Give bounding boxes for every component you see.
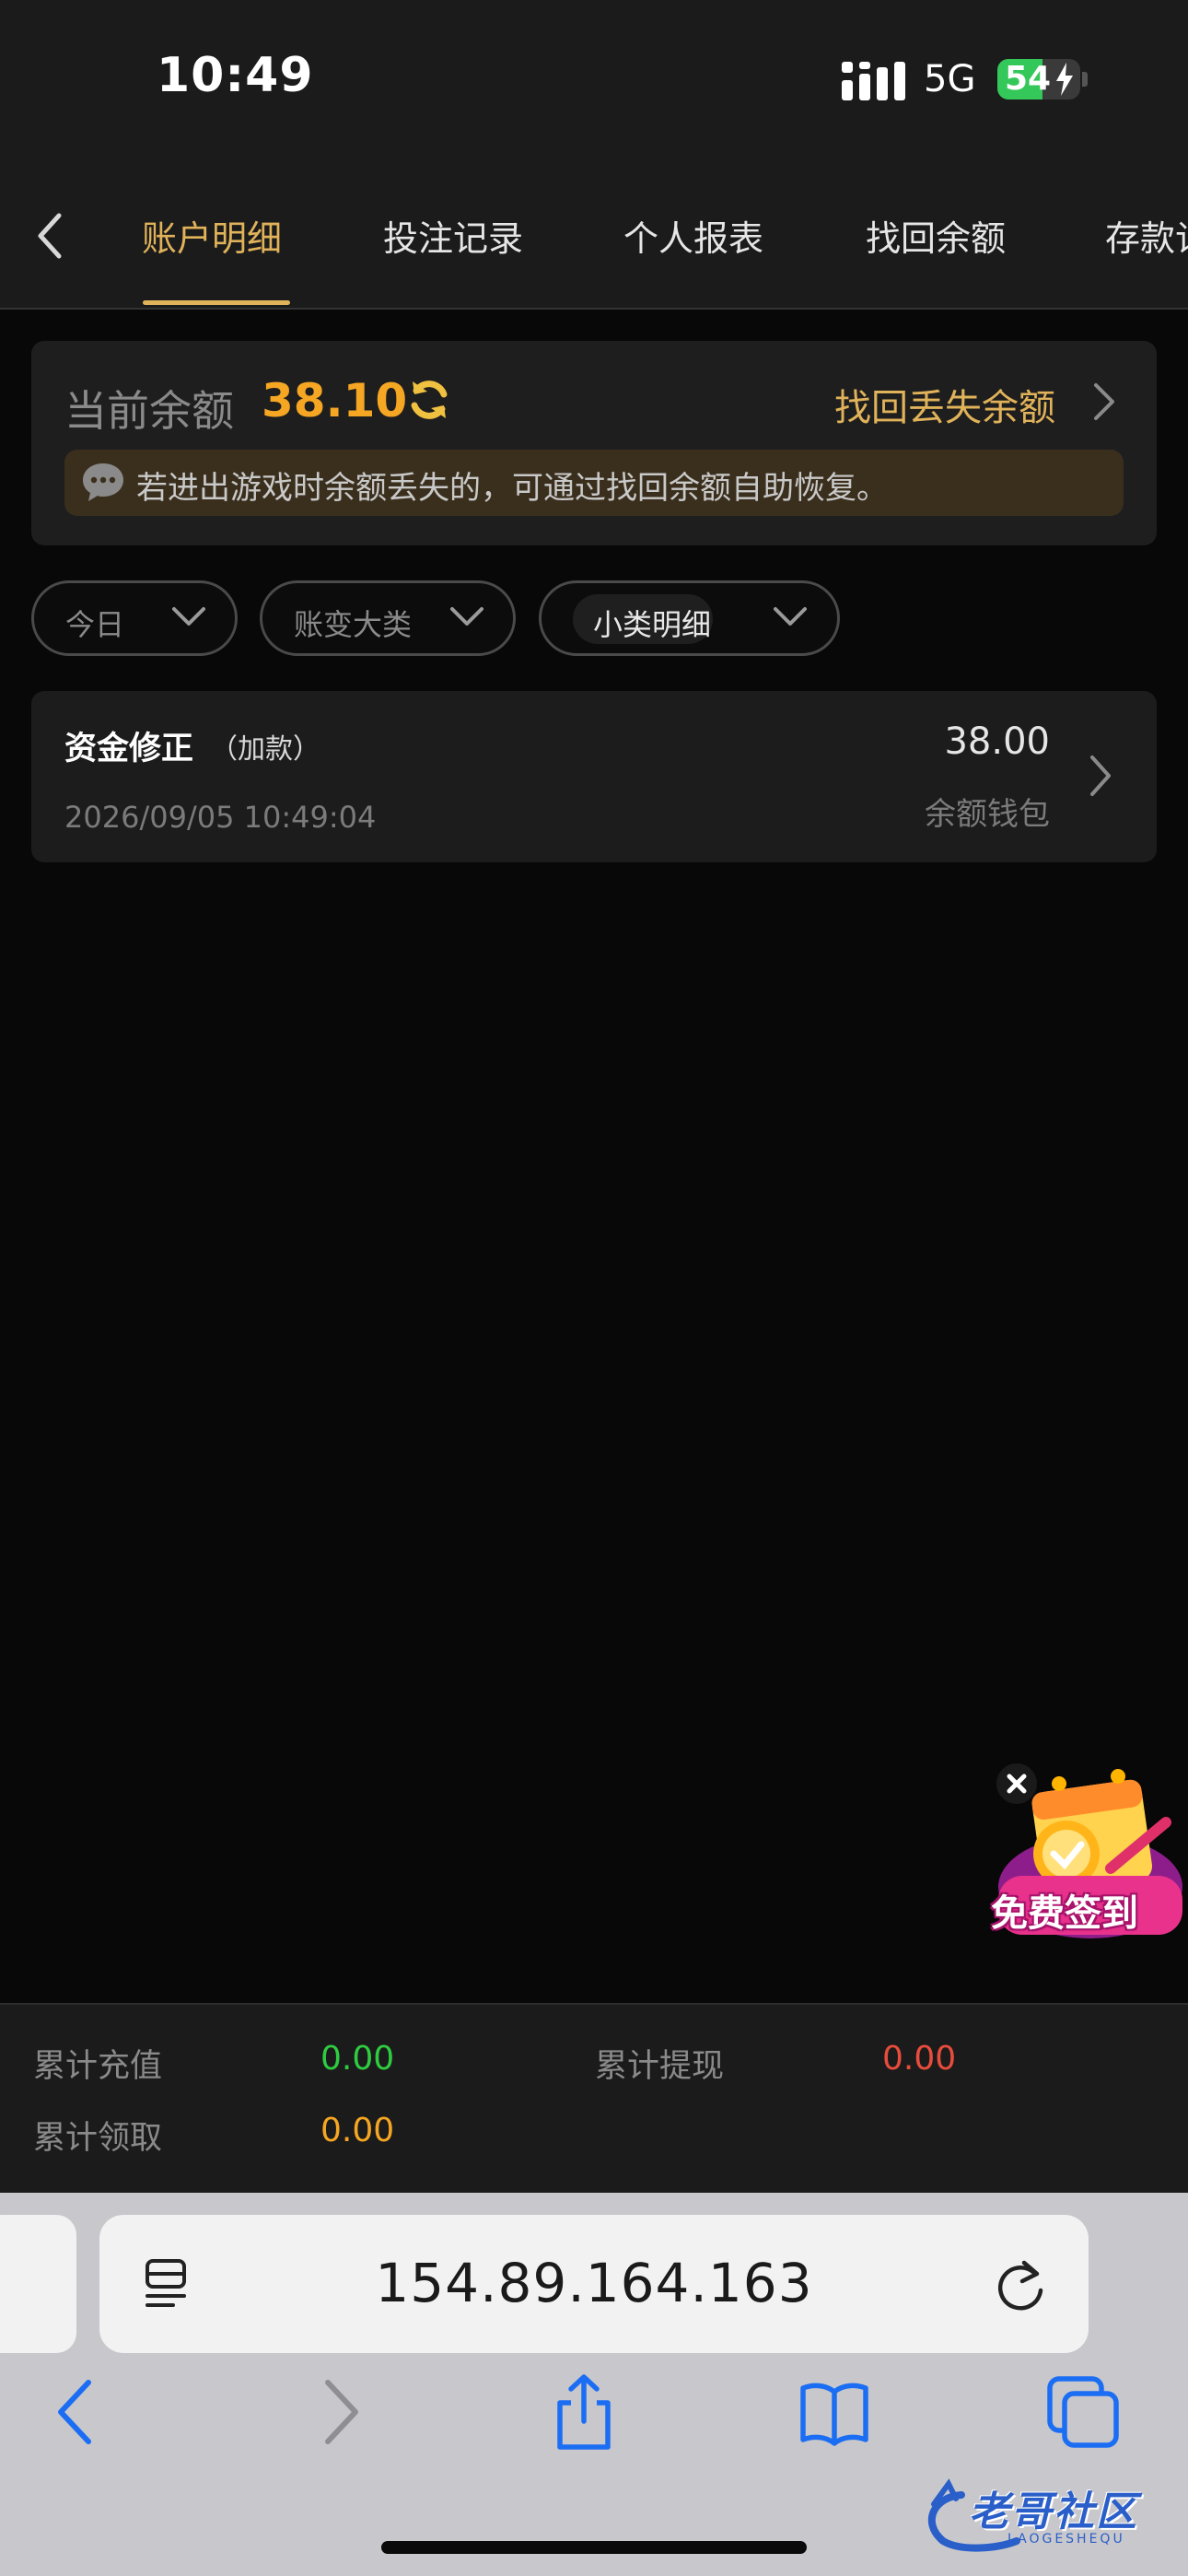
bookmarks-icon[interactable] [798,2373,871,2451]
battery-percent: 54 [1005,60,1052,98]
tab-recover-balance[interactable]: 找回余额 [866,210,1006,261]
browser-back-icon[interactable] [41,2373,114,2451]
major-category-dropdown[interactable]: 账变大类 [260,580,516,656]
major-category-label: 账变大类 [294,607,413,642]
period-filter-label: 今日 [65,607,125,642]
chevron-right-icon[interactable] [1087,754,1114,798]
total-withdraw-label: 累计提现 [595,2048,725,2085]
chat-bubble-icon [83,463,123,501]
total-withdraw-value: 0.00 [882,2040,957,2078]
chevron-right-icon[interactable] [1090,381,1118,422]
home-indicator [381,2541,807,2554]
battery-icon: 54 [997,59,1080,100]
status-time: 10:49 [157,48,314,103]
chevron-down-icon [774,607,807,626]
transaction-row[interactable] [31,691,1157,862]
chevron-down-icon [450,607,483,626]
transaction-wallet: 余额钱包 [925,796,1050,833]
reload-icon[interactable] [993,2255,1050,2314]
tabs-icon[interactable] [1046,2373,1120,2451]
close-icon [1007,1774,1027,1794]
total-recharge-value: 0.00 [320,2040,395,2078]
close-badge-button[interactable] [996,1763,1037,1804]
tab-deposit-records[interactable]: 存款记 [1105,210,1188,261]
total-claim-value: 0.00 [320,2112,395,2149]
period-filter-dropdown[interactable]: 今日 [31,580,238,656]
total-claim-label: 累计领取 [33,2120,163,2157]
battery-cap [1082,72,1088,87]
balance-value: 38.10 [262,374,408,427]
tab-bet-records[interactable]: 投注记录 [383,210,523,261]
refresh-icon[interactable] [403,374,455,426]
watermark-subtext: LAOGESHEQU [1007,2532,1125,2547]
share-icon[interactable] [547,2373,621,2451]
transaction-amount: 38.00 [944,720,1050,763]
transaction-title: 资金修正 [64,731,194,767]
recover-lost-balance-link[interactable]: 找回丢失余额 [834,378,1055,431]
total-recharge-label: 累计充值 [33,2048,163,2085]
charging-bolt-icon [1056,63,1073,96]
free-signin-label: 免费签到 [991,1892,1138,1935]
minor-category-label: 小类明细 [593,607,712,642]
back-chevron-icon[interactable] [28,210,74,262]
cellular-signal-icon [842,62,905,100]
network-type: 5G [924,58,976,100]
minor-category-dropdown[interactable]: 小类明细 [539,580,840,656]
chevron-down-icon [172,607,205,626]
balance-label: 当前余额 [64,386,234,436]
active-tab-indicator [143,300,290,305]
browser-forward-icon[interactable] [302,2373,376,2451]
notice-text: 若进出游戏时余额丢失的，可通过找回余额自助恢复。 [136,470,888,507]
totals-panel: 累计充值 0.00 累计提现 0.00 累计领取 0.00 [0,2003,1188,2195]
transaction-subtitle: （加款） [210,733,320,766]
transaction-time: 2026/09/05 10:49:04 [64,800,377,835]
tab-personal-report[interactable]: 个人报表 [623,210,763,261]
tab-account-details[interactable]: 账户明细 [142,210,282,261]
watermark-text: 老哥社区 [969,2488,1138,2535]
